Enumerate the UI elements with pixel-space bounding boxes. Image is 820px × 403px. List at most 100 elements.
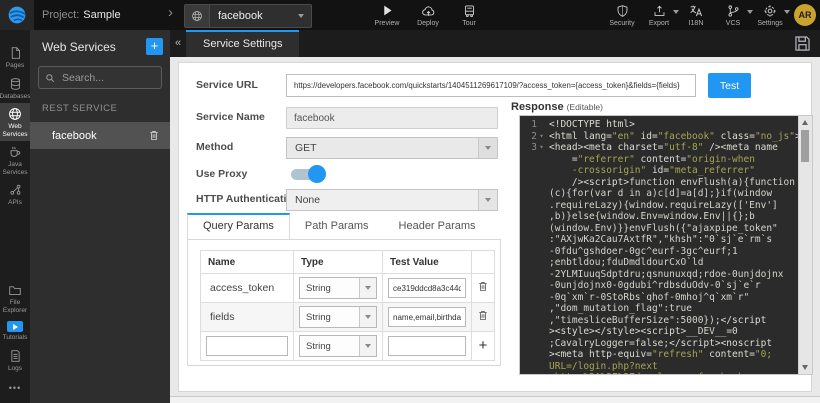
sidebar-item-logs[interactable]: Logs xyxy=(0,345,30,376)
param-type-select[interactable]: String xyxy=(299,335,377,357)
sidebar-item-apis[interactable]: APIs xyxy=(0,179,30,210)
app-logo[interactable] xyxy=(0,0,34,30)
topbar-actions: Preview Deploy Tour xyxy=(374,0,482,30)
tab-service-settings[interactable]: Service Settings xyxy=(186,30,299,57)
param-tabs: Query Params Path Params Header Params xyxy=(187,213,491,240)
params-table: Name Type Test Value access_token String xyxy=(200,250,495,361)
page-icon xyxy=(9,46,22,60)
language-icon xyxy=(689,4,703,18)
service-name-input[interactable] xyxy=(286,107,498,129)
scroll-down-icon[interactable] xyxy=(802,365,808,370)
vcs-button[interactable]: VCS xyxy=(720,4,746,27)
security-button[interactable]: Security xyxy=(609,4,635,27)
app-window: Project: Sample › facebook Preview Dep xyxy=(0,0,820,403)
table-row-new: String + xyxy=(201,332,495,361)
left-nav-rail: Pages Databases Web Services Java Servic… xyxy=(0,30,30,403)
add-param-button[interactable]: + xyxy=(479,339,488,353)
sidebar-item-file-explorer[interactable]: File Explorer xyxy=(0,280,30,317)
delete-service-icon[interactable] xyxy=(148,129,160,142)
bus-icon xyxy=(463,4,476,18)
response-label: Response(Editable) xyxy=(511,101,603,113)
project-breadcrumb: Project: Sample xyxy=(42,0,121,30)
query-params-panel: Name Type Test Value access_token String xyxy=(187,239,501,366)
param-type-select[interactable]: String xyxy=(299,306,377,328)
chevron-down-icon xyxy=(784,10,790,14)
settings-button[interactable]: Settings xyxy=(757,4,783,27)
globe-icon xyxy=(185,5,210,27)
chevron-down-icon xyxy=(359,336,376,356)
param-test-value-input[interactable] xyxy=(388,278,466,298)
table-header-row: Name Type Test Value xyxy=(201,251,495,274)
main-area: « Service Settings Service URL Test Serv… xyxy=(170,30,820,403)
editor-scrollbar[interactable] xyxy=(798,116,812,374)
export-icon xyxy=(653,4,666,18)
search-icon xyxy=(45,73,55,83)
param-name: fields xyxy=(201,303,294,332)
param-name-input[interactable] xyxy=(206,336,288,356)
chevron-down-icon xyxy=(747,10,753,14)
toggle-knob xyxy=(308,165,326,183)
user-avatar[interactable]: AR xyxy=(794,4,816,26)
service-search xyxy=(38,66,162,89)
service-settings-card: Service URL Test Service Name Method GET… xyxy=(178,62,812,392)
use-proxy-label: Use Proxy xyxy=(196,168,247,180)
param-test-value-input[interactable] xyxy=(388,307,466,327)
chevron-down-icon xyxy=(478,138,497,158)
param-type-select[interactable]: String xyxy=(299,277,377,299)
log-file-icon xyxy=(9,349,22,363)
service-item-label: facebook xyxy=(52,130,97,142)
service-item-facebook[interactable]: facebook xyxy=(30,122,170,149)
panel-title: Web Services xyxy=(42,40,116,54)
tab-query-params[interactable]: Query Params xyxy=(187,213,290,240)
service-url-label: Service URL xyxy=(196,79,258,91)
sidebar-item-pages[interactable]: Pages xyxy=(0,42,30,73)
scrollbar-thumb[interactable] xyxy=(801,130,809,162)
export-button[interactable]: Export xyxy=(646,4,672,27)
play-icon xyxy=(381,4,394,18)
http-auth-select[interactable]: None xyxy=(286,189,498,211)
search-input[interactable] xyxy=(60,71,155,85)
response-editor[interactable]: 1<!DOCTYPE html>2▾<html lang="en" id="fa… xyxy=(519,115,813,375)
app-selector-dropdown[interactable]: facebook xyxy=(184,4,312,28)
video-play-icon xyxy=(7,321,23,332)
rail-spacer xyxy=(0,210,30,281)
collapse-panel-button[interactable]: « xyxy=(172,35,184,52)
save-button[interactable] xyxy=(793,34,812,53)
api-nodes-icon xyxy=(9,183,22,197)
tab-path-params[interactable]: Path Params xyxy=(290,213,384,240)
coffee-cup-icon xyxy=(8,145,22,159)
param-test-value-input[interactable] xyxy=(388,336,466,356)
add-service-button[interactable]: + xyxy=(146,38,163,55)
sidebar-item-java-services[interactable]: Java Services xyxy=(0,141,30,179)
test-button[interactable]: Test xyxy=(708,73,751,98)
chevron-down-icon xyxy=(359,307,376,327)
table-row: access_token String xyxy=(201,274,495,303)
method-label: Method xyxy=(196,141,233,153)
rest-service-section-label: REST SERVICE xyxy=(42,103,170,114)
tab-header-params[interactable]: Header Params xyxy=(384,213,491,240)
database-icon xyxy=(9,77,22,91)
sidebar-item-databases[interactable]: Databases xyxy=(0,73,30,104)
more-options-icon[interactable]: ••• xyxy=(0,375,30,403)
delete-param-icon[interactable] xyxy=(477,280,489,293)
tour-button[interactable]: Tour xyxy=(456,4,482,27)
method-select[interactable]: GET xyxy=(286,137,498,159)
folder-icon xyxy=(8,284,22,297)
sidebar-item-tutorials[interactable]: Tutorials xyxy=(0,317,30,345)
scroll-up-icon[interactable] xyxy=(802,120,808,125)
chevron-down-icon xyxy=(478,190,497,210)
preview-button[interactable]: Preview xyxy=(374,4,400,27)
service-url-input[interactable] xyxy=(286,74,696,97)
breadcrumb-chevron-icon: › xyxy=(168,4,173,21)
top-bar: Project: Sample › facebook Preview Dep xyxy=(0,0,820,30)
deploy-button[interactable]: Deploy xyxy=(415,4,441,27)
branch-icon xyxy=(727,4,740,18)
sidebar-item-web-services[interactable]: Web Services xyxy=(0,103,30,141)
topbar-tools: Security Export I18N VCS xyxy=(609,0,816,30)
i18n-button[interactable]: I18N xyxy=(683,4,709,27)
panel-header: Web Services + xyxy=(30,30,170,64)
use-proxy-toggle[interactable] xyxy=(291,169,323,180)
delete-param-icon[interactable] xyxy=(477,309,489,322)
chevron-down-icon xyxy=(298,14,304,18)
globe-icon xyxy=(8,107,22,121)
